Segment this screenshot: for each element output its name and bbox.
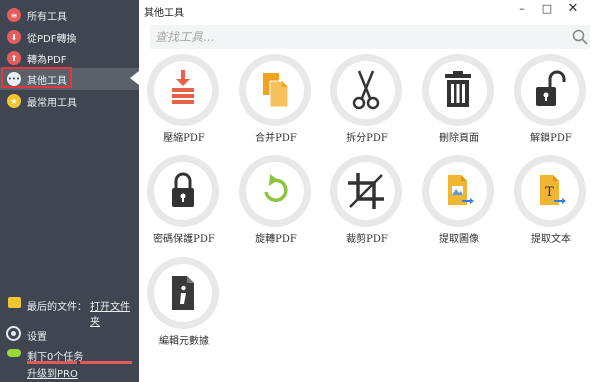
- title-bar: 其他工具 – □ ✕: [139, 0, 600, 22]
- active-highlight-box: [1, 67, 72, 88]
- tool-label: 壓縮PDF: [163, 133, 205, 144]
- download-icon: ⬇: [7, 30, 21, 44]
- rotate-icon: [264, 174, 288, 202]
- sidebar-item-favorites[interactable]: ★ 最常用工具: [0, 90, 139, 112]
- maximize-icon[interactable]: □: [540, 2, 554, 16]
- extract-text-icon: T: [540, 175, 566, 205]
- settings-item[interactable]: 设置: [0, 324, 139, 344]
- tool-label: 編輯元數據: [159, 336, 209, 347]
- search-bar: [150, 25, 590, 49]
- text-glyph: T: [545, 185, 554, 200]
- tool-label: 裁剪PDF: [346, 234, 388, 245]
- tool-extract-images[interactable]: 提取圖像: [414, 155, 504, 251]
- tool-merge-pdf[interactable]: 合并PDF: [231, 54, 321, 150]
- sidebar-item-label: 最常用工具: [27, 98, 77, 109]
- tool-label: 密碼保護PDF: [153, 234, 215, 245]
- tool-split-pdf[interactable]: 拆分PDF: [322, 54, 412, 150]
- folder-icon: [8, 297, 21, 308]
- window-title: 其他工具: [144, 8, 184, 19]
- tool-unlock-pdf[interactable]: 解鎖PDF: [506, 54, 596, 150]
- unlock-icon: [536, 70, 566, 106]
- tool-extract-text[interactable]: T 提取文本: [506, 155, 596, 251]
- tool-crop-pdf[interactable]: 裁剪PDF: [322, 155, 412, 251]
- tool-delete-pages[interactable]: 刪除頁面: [414, 54, 504, 150]
- metadata-icon: [172, 276, 194, 310]
- lock-icon: [172, 172, 194, 207]
- minimize-icon[interactable]: –: [515, 2, 529, 16]
- tool-label: 提取圖像: [439, 234, 479, 245]
- trash-icon: [445, 71, 471, 107]
- star-icon: ★: [7, 94, 21, 108]
- settings-label: 设置: [27, 332, 47, 343]
- search-input[interactable]: [150, 25, 560, 49]
- main-panel: 其他工具 – □ ✕ 壓縮PDF: [139, 0, 600, 382]
- upload-icon: ⬆: [7, 51, 21, 65]
- tool-rotate-pdf[interactable]: 旋轉PDF: [231, 155, 321, 251]
- close-icon[interactable]: ✕: [566, 2, 580, 16]
- sidebar-item-to-pdf[interactable]: ⬆ 轉為PDF: [0, 47, 139, 69]
- recent-files: 最后的文件： 打开文件夹: [0, 294, 139, 328]
- gear-icon: [6, 326, 21, 341]
- tool-label: 旋轉PDF: [255, 234, 297, 245]
- upgrade-link[interactable]: 升级到PRO: [27, 365, 78, 380]
- compress-icon: [172, 70, 194, 104]
- annotation-underline: [80, 361, 132, 364]
- annotation-underline: [27, 361, 77, 364]
- tool-label: 解鎖PDF: [530, 133, 572, 144]
- tool-label: 拆分PDF: [346, 133, 388, 144]
- search-icon[interactable]: [572, 29, 588, 45]
- active-arrow: [130, 71, 139, 85]
- sidebar: ≡ 所有工具 ⬇ 從PDF轉換 ⬆ 轉為PDF ••• 其他工具 ★ 最常用工具…: [0, 0, 139, 382]
- tool-edit-metadata[interactable]: 編輯元數據: [139, 257, 229, 353]
- sidebar-item-label: 從PDF轉換: [27, 34, 77, 45]
- recent-files-label: 最后的文件：: [27, 302, 87, 313]
- tool-label: 合并PDF: [255, 133, 297, 144]
- tool-label: 刪除頁面: [439, 133, 479, 144]
- sidebar-item-label: 轉為PDF: [27, 55, 67, 66]
- tool-compress-pdf[interactable]: 壓縮PDF: [139, 54, 229, 150]
- tool-password-protect-pdf[interactable]: 密碼保護PDF: [139, 155, 229, 251]
- crop-icon: [348, 173, 384, 209]
- scissors-icon: [352, 70, 380, 110]
- tool-label: 提取文本: [531, 234, 571, 245]
- merge-icon: [263, 73, 289, 108]
- all-tools-icon: ≡: [7, 8, 21, 22]
- sidebar-item-from-pdf[interactable]: ⬇ 從PDF轉換: [0, 26, 139, 48]
- sidebar-item-label: 所有工具: [27, 12, 67, 23]
- task-icon: [7, 349, 21, 357]
- extract-image-icon: [448, 175, 474, 205]
- sidebar-item-all-tools[interactable]: ≡ 所有工具: [0, 4, 139, 26]
